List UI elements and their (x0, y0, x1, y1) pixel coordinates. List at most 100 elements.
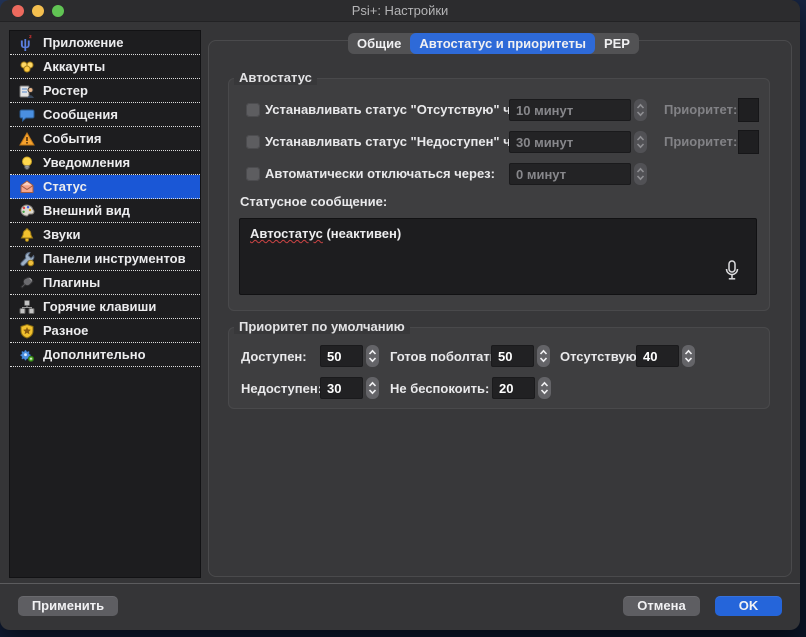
na-priority-default-spinbox: 30 (320, 377, 379, 399)
sidebar-item-label: Сообщения (43, 107, 118, 122)
offline-minutes-spinbox: 0 минут (509, 163, 647, 185)
sidebar-item-label: Плагины (43, 275, 100, 290)
sidebar-item-toolbars[interactable]: Панели инструментов (10, 247, 200, 271)
away-priority-default-stepper[interactable] (682, 345, 695, 367)
cancel-button[interactable]: Отмена (623, 596, 700, 616)
na-minutes-value[interactable]: 30 минут (509, 131, 631, 153)
toolbars-icon (19, 251, 35, 267)
na-priority-field[interactable] (738, 130, 759, 154)
sidebar-item-messages[interactable]: Сообщения (10, 103, 200, 127)
sidebar-item-notifications[interactable]: Уведомления (10, 151, 200, 175)
sidebar-item-status[interactable]: Статус (10, 175, 200, 199)
sidebar-item-label: Разное (43, 323, 88, 338)
dnd-priority-label: Не беспокоить: (390, 381, 489, 396)
sidebar-item-application[interactable]: ψ² Приложение (10, 31, 200, 55)
na-minutes-stepper[interactable] (634, 131, 647, 153)
status-message-rest: (неактивен) (323, 226, 401, 241)
sidebar-item-label: Панели инструментов (43, 251, 186, 266)
autostatus-group-title: Автостатус (234, 70, 317, 85)
settings-sidebar: ψ² Приложение Аккаунты Ростер Сообщения … (9, 30, 201, 578)
chat-priority-value[interactable]: 50 (491, 345, 534, 367)
sidebar-item-label: События (43, 131, 101, 146)
sidebar-item-label: Приложение (43, 35, 123, 50)
na-priority-default-value[interactable]: 30 (320, 377, 363, 399)
offline-label: Автоматически отключаться через: (265, 166, 525, 181)
svg-text:²: ² (29, 35, 32, 43)
dnd-priority-stepper[interactable] (538, 377, 551, 399)
offline-minutes-stepper[interactable] (634, 163, 647, 185)
sidebar-item-misc[interactable]: Разное (10, 319, 200, 343)
away-minutes-spinbox: 10 минут (509, 99, 647, 121)
sidebar-item-appearance[interactable]: Внешний вид (10, 199, 200, 223)
away-priority-default-value[interactable]: 40 (636, 345, 679, 367)
status-message-textarea[interactable]: Автостатус (неактивен) (239, 218, 757, 295)
away-priority-label: Приоритет: (664, 102, 737, 117)
psi-app-icon: ψ² (19, 35, 35, 51)
priority-groupbox: Приоритет по умолчанию Доступен: 50 Гото… (228, 327, 770, 409)
tab-pep[interactable]: PEP (595, 33, 639, 54)
advanced-icon (19, 347, 35, 363)
chat-priority-spinbox: 50 (491, 345, 550, 367)
status-message-label: Статусное сообщение: (240, 194, 387, 209)
sidebar-item-label: Аккаунты (43, 59, 105, 74)
sidebar-item-accounts[interactable]: Аккаунты (10, 55, 200, 79)
content-frame: Автостатус Устанавливать статус "Отсутст… (208, 40, 792, 577)
status-envelope-icon (19, 179, 35, 195)
na-priority-label: Приоритет: (664, 134, 737, 149)
sidebar-item-roster[interactable]: Ростер (10, 79, 200, 103)
away-priority-default-label: Отсутствую: (560, 349, 641, 364)
sidebar-item-label: Дополнительно (43, 347, 146, 362)
sidebar-item-label: Статус (43, 179, 87, 194)
available-priority-value[interactable]: 50 (320, 345, 363, 367)
plugins-icon (19, 275, 35, 291)
available-priority-spinbox: 50 (320, 345, 379, 367)
sidebar-item-advanced[interactable]: Дополнительно (10, 343, 200, 367)
available-priority-label: Доступен: (241, 349, 307, 364)
dnd-priority-value[interactable]: 20 (492, 377, 535, 399)
available-priority-stepper[interactable] (366, 345, 379, 367)
footer-separator (0, 583, 800, 584)
away-priority-default-spinbox: 40 (636, 345, 695, 367)
sidebar-item-events[interactable]: События (10, 127, 200, 151)
priority-group-title: Приоритет по умолчанию (234, 319, 410, 334)
hotkeys-icon (19, 299, 35, 315)
chat-priority-label: Готов поболтать: (390, 349, 502, 364)
na-minutes-spinbox: 30 минут (509, 131, 647, 153)
away-status-label: Устанавливать статус "Отсутствую" чер (265, 102, 509, 117)
na-status-checkbox[interactable] (246, 135, 260, 149)
offline-minutes-value[interactable]: 0 минут (509, 163, 631, 185)
sidebar-item-sounds[interactable]: Звуки (10, 223, 200, 247)
sidebar-item-hotkeys[interactable]: Горячие клавиши (10, 295, 200, 319)
away-minutes-value[interactable]: 10 минут (509, 99, 631, 121)
sidebar-item-label: Уведомления (43, 155, 130, 170)
misc-icon (19, 323, 35, 339)
away-status-checkbox[interactable] (246, 103, 260, 117)
autostatus-groupbox: Автостатус Устанавливать статус "Отсутст… (228, 78, 770, 311)
away-priority-field[interactable] (738, 98, 759, 122)
title-bar: Psi+: Настройки (0, 0, 800, 22)
sidebar-item-plugins[interactable]: Плагины (10, 271, 200, 295)
away-status-row: Устанавливать статус "Отсутствую" чер 10… (229, 97, 769, 123)
accounts-icon (19, 59, 35, 75)
offline-checkbox[interactable] (246, 167, 260, 181)
ok-button[interactable]: OK (715, 596, 782, 616)
microphone-icon[interactable] (724, 260, 740, 282)
dnd-priority-spinbox: 20 (492, 377, 551, 399)
notifications-icon (19, 155, 35, 171)
sidebar-item-label: Звуки (43, 227, 81, 242)
status-message-word: Автостатус (250, 226, 323, 241)
na-priority-default-stepper[interactable] (366, 377, 379, 399)
na-priority-default-label: Недоступен: (241, 381, 322, 396)
offline-row: Автоматически отключаться через: 0 минут (229, 161, 769, 187)
events-icon (19, 131, 35, 147)
tab-general[interactable]: Общие (348, 33, 410, 54)
apply-button[interactable]: Применить (18, 596, 118, 616)
tab-autostatus[interactable]: Автостатус и приоритеты (410, 33, 595, 54)
sidebar-item-label: Внешний вид (43, 203, 130, 218)
na-status-row: Устанавливать статус "Недоступен" чер 30… (229, 129, 769, 155)
away-minutes-stepper[interactable] (634, 99, 647, 121)
na-status-label: Устанавливать статус "Недоступен" чер (265, 134, 509, 149)
sidebar-item-label: Ростер (43, 83, 88, 98)
messages-icon (19, 107, 35, 123)
chat-priority-stepper[interactable] (537, 345, 550, 367)
